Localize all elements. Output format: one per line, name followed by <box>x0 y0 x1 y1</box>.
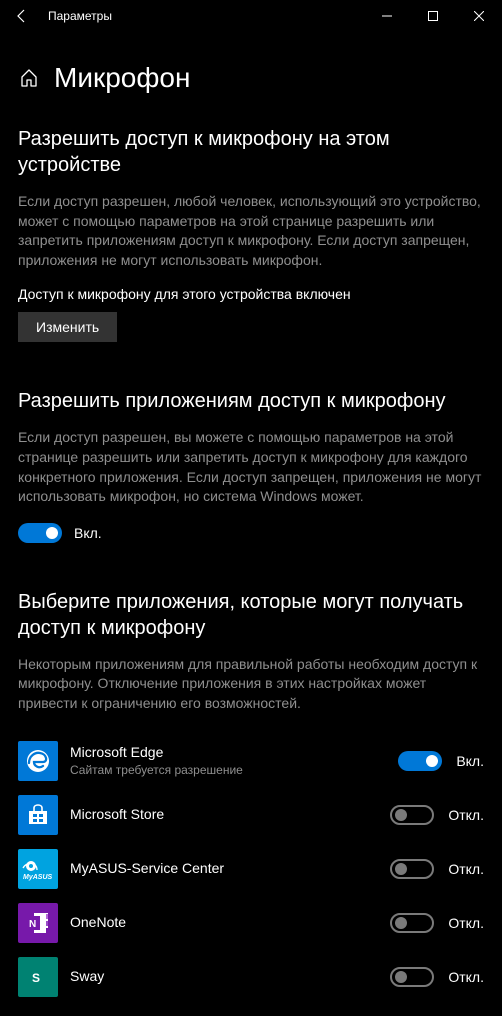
section2-desc: Если доступ разрешен, вы можете с помощь… <box>18 428 484 506</box>
apps-access-toggle[interactable] <box>18 523 62 543</box>
store-icon <box>18 795 58 835</box>
app-toggle[interactable] <box>390 805 434 825</box>
app-text: MyASUS-Service Center <box>70 860 390 877</box>
sway-icon: S <box>18 957 58 997</box>
app-toggle-label: Откл. <box>448 861 484 877</box>
app-name: MyASUS-Service Center <box>70 860 390 877</box>
minimize-icon <box>382 11 392 21</box>
app-text: Microsoft Store <box>70 806 390 823</box>
app-subtext: Сайтам требуется разрешение <box>70 763 398 777</box>
home-icon <box>19 68 39 88</box>
app-toggle-wrap: Откл. <box>390 967 484 987</box>
close-button[interactable] <box>456 0 502 32</box>
apps-access-toggle-row: Вкл. <box>18 523 484 543</box>
app-toggle[interactable] <box>398 751 442 771</box>
page-header: Микрофон <box>18 62 484 94</box>
app-text: Sway <box>70 968 390 985</box>
app-name: OneNote <box>70 914 390 931</box>
back-button[interactable] <box>0 0 44 32</box>
app-row: N OneNote Откл. <box>18 896 484 950</box>
svg-text:MyASUS: MyASUS <box>23 874 53 881</box>
app-toggle[interactable] <box>390 859 434 879</box>
app-row: S Sway Откл. <box>18 950 484 1004</box>
change-button[interactable]: Изменить <box>18 312 117 342</box>
app-list: Microsoft Edge Сайтам требуется разрешени… <box>18 734 484 1004</box>
app-toggle-label: Откл. <box>448 969 484 985</box>
asus-icon: MyASUS <box>18 849 58 889</box>
titlebar: Параметры <box>0 0 502 32</box>
device-access-status: Доступ к микрофону для этого устройства … <box>18 286 484 302</box>
svg-text:S: S <box>32 971 40 985</box>
onenote-icon: N <box>18 903 58 943</box>
maximize-icon <box>428 11 438 21</box>
app-row: Microsoft Store Откл. <box>18 788 484 842</box>
section2-heading: Разрешить приложениям доступ к микрофону <box>18 388 484 414</box>
app-toggle-label: Вкл. <box>456 753 484 769</box>
edge-icon <box>18 741 58 781</box>
app-name: Microsoft Store <box>70 806 390 823</box>
app-toggle-wrap: Откл. <box>390 913 484 933</box>
home-button[interactable] <box>18 67 40 89</box>
app-name: Microsoft Edge <box>70 744 398 761</box>
section3-desc: Некоторым приложениям для правильной раб… <box>18 655 484 714</box>
close-icon <box>474 11 484 21</box>
section3-heading: Выберите приложения, которые могут получ… <box>18 589 484 641</box>
app-toggle[interactable] <box>390 913 434 933</box>
minimize-button[interactable] <box>364 0 410 32</box>
window-title: Параметры <box>44 9 364 23</box>
app-text: Microsoft Edge Сайтам требуется разрешени… <box>70 744 398 777</box>
section1-heading: Разрешить доступ к микрофону на этом уст… <box>18 126 484 178</box>
section1-desc: Если доступ разрешен, любой человек, исп… <box>18 192 484 270</box>
app-toggle[interactable] <box>390 967 434 987</box>
app-toggle-label: Откл. <box>448 807 484 823</box>
svg-text:N: N <box>29 919 36 930</box>
app-row: MyASUS MyASUS-Service Center Откл. <box>18 842 484 896</box>
app-toggle-wrap: Вкл. <box>398 751 484 771</box>
content: Микрофон Разрешить доступ к микрофону на… <box>0 62 502 1004</box>
app-toggle-wrap: Откл. <box>390 805 484 825</box>
page-title: Микрофон <box>54 62 190 94</box>
maximize-button[interactable] <box>410 0 456 32</box>
app-toggle-label: Откл. <box>448 915 484 931</box>
apps-access-toggle-label: Вкл. <box>74 525 102 541</box>
arrow-left-icon <box>14 8 30 24</box>
app-name: Sway <box>70 968 390 985</box>
app-toggle-wrap: Откл. <box>390 859 484 879</box>
app-row: Microsoft Edge Сайтам требуется разрешени… <box>18 734 484 788</box>
app-text: OneNote <box>70 914 390 931</box>
